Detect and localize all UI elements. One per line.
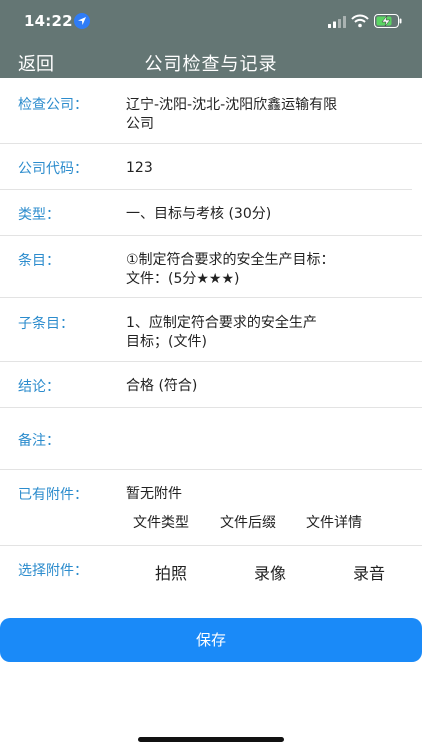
conclusion-label: 结论： xyxy=(18,379,60,395)
wifi-icon xyxy=(351,14,369,28)
form-row-type: 类型： 一、目标与考核 (30分) xyxy=(0,190,422,236)
attachment-column-type: 文件类型 xyxy=(133,515,189,531)
type-value: 一、目标与考核 (30分) xyxy=(126,206,272,222)
item-value-line: ①制定符合要求的安全生产目标： xyxy=(126,252,335,268)
home-indicator xyxy=(138,737,284,742)
sub-item-value-line: 目标；(文件) xyxy=(126,334,207,350)
sub-item-value-line: 1、应制定符合要求的安全生产 xyxy=(126,315,317,331)
remarks-input[interactable] xyxy=(126,424,410,454)
form-row-company-code: 公司代码： 123 xyxy=(0,144,422,190)
form-row-conclusion: 结论： 合格 (符合) xyxy=(0,362,422,408)
attachment-column-detail: 文件详情 xyxy=(306,515,362,531)
form-row-attachments: 已有附件： 暂无附件 文件类型 文件后缀 文件详情 xyxy=(0,470,422,546)
item-label: 条目： xyxy=(18,253,60,269)
company-value-line: 辽宁-沈阳-沈北-沈阳欣鑫运输有限 xyxy=(126,97,338,113)
sub-item-label: 子条目： xyxy=(18,316,74,332)
status-bar: 14:22 xyxy=(0,0,422,44)
select-attachment-label: 选择附件： xyxy=(18,563,88,579)
battery-charging-icon xyxy=(374,14,402,28)
take-photo-button[interactable]: 拍照 xyxy=(155,560,187,584)
nav-bar: 返回 公司检查与记录 xyxy=(0,44,422,78)
form-row-select-attachment: 选择附件： 拍照 录像 录音 xyxy=(0,546,422,596)
remarks-label: 备注： xyxy=(18,433,60,449)
type-label: 类型： xyxy=(18,207,60,223)
form-row-sub-item: 子条目： 1、应制定符合要求的安全生产 目标；(文件) xyxy=(0,298,422,362)
conclusion-value: 合格 (符合) xyxy=(126,378,198,394)
save-button[interactable]: 保存 xyxy=(0,618,422,662)
signal-icon xyxy=(328,16,346,28)
form-row-remarks: 备注： xyxy=(0,408,422,470)
record-audio-button[interactable]: 录音 xyxy=(353,560,385,584)
company-value-line: 公司 xyxy=(126,116,154,132)
form-row-company: 检查公司： 辽宁-沈阳-沈北-沈阳欣鑫运输有限 公司 xyxy=(0,78,422,144)
item-value: ①制定符合要求的安全生产目标： 文件：(5分★★★) xyxy=(126,251,410,289)
item-value-line: 文件：(5分★★★) xyxy=(126,271,240,287)
company-label: 检查公司： xyxy=(18,97,88,113)
form-row-item: 条目： ①制定符合要求的安全生产目标： 文件：(5分★★★) xyxy=(0,236,422,298)
attachments-label: 已有附件： xyxy=(18,487,88,503)
record-video-button[interactable]: 录像 xyxy=(254,560,286,584)
company-code-value: 123 xyxy=(126,160,153,176)
company-code-label: 公司代码： xyxy=(18,161,88,177)
sub-item-value: 1、应制定符合要求的安全生产 目标；(文件) xyxy=(126,314,410,352)
location-arrow-icon xyxy=(74,13,90,29)
company-value: 辽宁-沈阳-沈北-沈阳欣鑫运输有限 公司 xyxy=(126,96,410,134)
attachment-column-suffix: 文件后缀 xyxy=(220,515,276,531)
attachments-empty-text: 暂无附件 xyxy=(126,486,182,502)
status-time: 14:22 xyxy=(24,12,73,30)
page-title: 公司检查与记录 xyxy=(144,54,278,75)
